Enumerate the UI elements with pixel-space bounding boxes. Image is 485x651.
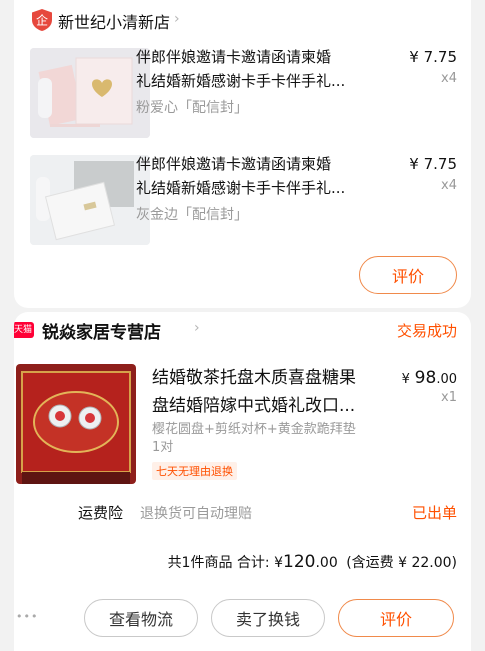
product-price: ¥ 7.75 xyxy=(409,155,457,173)
resell-button[interactable]: 卖了换钱 xyxy=(211,599,325,637)
product-sku: 樱花圆盘+剪纸对杯+黄金款跪拜垫 1对 xyxy=(152,422,356,455)
order-card-store1: 企 新世纪小清新店 › 伴郎伴娘邀请卡邀请函请柬婚 礼结婚新婚感谢卡手卡伴手礼.… xyxy=(14,0,471,308)
product-image[interactable] xyxy=(30,155,150,245)
chevron-right-icon[interactable]: › xyxy=(174,11,180,27)
review-button[interactable]: 评价 xyxy=(359,256,457,294)
svg-text:企: 企 xyxy=(36,13,48,28)
return-policy-tag: 七天无理由退换 xyxy=(152,462,237,480)
shipping-insurance-desc: 退换货可自动理赔 xyxy=(140,506,252,522)
product-image[interactable] xyxy=(16,364,136,484)
product-price: ¥ 98.00 xyxy=(401,368,457,388)
insurance-status[interactable]: 已出单 xyxy=(412,502,457,523)
product-quantity: x4 xyxy=(441,178,457,193)
product-quantity: x1 xyxy=(441,390,457,405)
product-sku: 粉爱心「配信封」 xyxy=(136,100,248,116)
store1-name[interactable]: 新世纪小清新店 xyxy=(58,9,170,33)
product-sku: 灰金边「配信封」 xyxy=(136,207,248,223)
store2-name[interactable]: 锐焱家居专营店 xyxy=(42,318,161,343)
enterprise-store-icon: 企 xyxy=(30,8,54,32)
product-title[interactable]: 结婚敬茶托盘木质喜盘糖果 盘结婚陪嫁中式婚礼改口... xyxy=(152,364,388,420)
order-card-store2: 天猫 锐焱家居专营店 › 交易成功 结婚敬茶托盘木质喜盘糖果 盘结婚陪嫁中式婚礼… xyxy=(14,312,471,651)
order-summary: 共1件商品 合计: ¥120.00 (含运费 ¥ 22.00) xyxy=(167,552,457,572)
shipping-insurance-label: 运费险 xyxy=(78,504,124,522)
tmall-badge-icon: 天猫 xyxy=(14,322,34,338)
view-logistics-button[interactable]: 查看物流 xyxy=(84,599,198,637)
order-status: 交易成功 xyxy=(396,322,457,340)
more-options-icon[interactable]: ••• xyxy=(16,610,38,623)
total-amount: 120 xyxy=(283,552,316,572)
review-button[interactable]: 评价 xyxy=(338,599,454,637)
item-count: 共1件商品 xyxy=(167,555,233,571)
product-title[interactable]: 伴郎伴娘邀请卡邀请函请柬婚 礼结婚新婚感谢卡手卡伴手礼... xyxy=(136,152,376,200)
product-title[interactable]: 伴郎伴娘邀请卡邀请函请柬婚 礼结婚新婚感谢卡手卡伴手礼... xyxy=(136,45,376,93)
product-quantity: x4 xyxy=(441,71,457,86)
shipping-fee: (含运费 ¥ 22.00) xyxy=(346,555,457,571)
product-image[interactable] xyxy=(30,48,150,138)
total-label: 合计: ¥ xyxy=(236,555,284,571)
product-price: ¥ 7.75 xyxy=(409,48,457,66)
chevron-right-icon[interactable]: › xyxy=(194,320,200,336)
